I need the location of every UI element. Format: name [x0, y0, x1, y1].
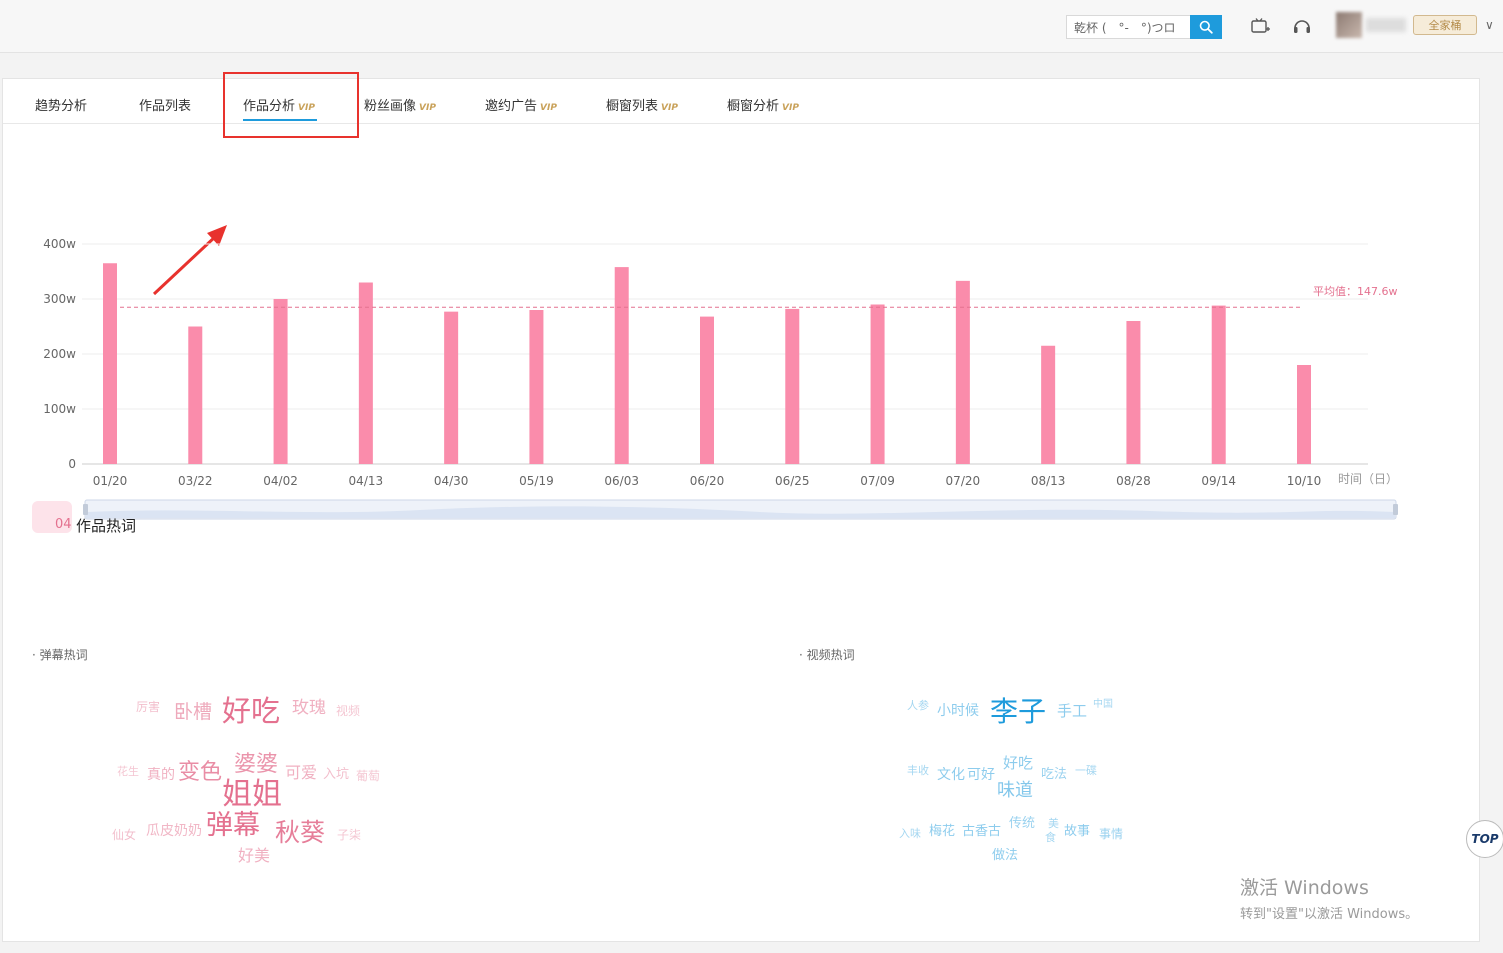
bar	[1126, 321, 1141, 464]
x-tick-label: 04/30	[434, 474, 469, 488]
y-tick-label: 300w	[43, 292, 76, 306]
hotword: 故事	[1064, 824, 1091, 839]
hotword: 好吃	[222, 694, 281, 728]
hotword: 梅花	[929, 824, 956, 839]
video-hotwords-title: · 视频热词	[799, 648, 855, 662]
bar	[870, 304, 885, 464]
x-tick-label: 01/20	[93, 474, 128, 488]
watermark-line1: 激活 Windows	[1240, 877, 1369, 899]
bar	[1041, 345, 1056, 464]
bar	[614, 267, 629, 464]
x-tick-label: 03/22	[178, 474, 213, 488]
hotword: 丰收	[907, 764, 929, 777]
hotword: 人参	[907, 699, 929, 712]
x-tick-label: 09/14	[1201, 474, 1236, 488]
hotword: 吃法	[1041, 767, 1068, 782]
hotword: 秋葵	[275, 818, 326, 847]
hotword: 传统	[1009, 816, 1036, 831]
y-tick-label: 400w	[43, 237, 76, 251]
x-tick-label: 04/13	[349, 474, 384, 488]
x-tick-label: 07/09	[860, 474, 895, 488]
windows-activation-watermark: 激活 Windows 转到"设置"以激活 Windows。	[1240, 873, 1418, 922]
hotword: 视频	[336, 704, 361, 718]
hotword: 花生	[117, 765, 139, 778]
y-tick-label: 200w	[43, 347, 76, 361]
hotword: 葡萄	[356, 769, 381, 783]
bar	[529, 310, 544, 464]
y-tick-label: 0	[68, 457, 76, 471]
bar	[444, 311, 459, 464]
section-title: 作品热词	[76, 517, 137, 535]
hotword: 瓜皮奶奶	[146, 823, 202, 839]
hotword: 真的	[147, 767, 175, 783]
hotword: 食	[1045, 831, 1056, 844]
hotword: 入味	[899, 827, 921, 840]
x-tick-label: 06/03	[604, 474, 639, 488]
x-tick-label: 06/25	[775, 474, 810, 488]
bar	[188, 326, 203, 464]
danmu-hotwords-title: · 弹幕热词	[32, 648, 88, 662]
hotword: 中国	[1093, 699, 1113, 710]
x-tick-label: 05/19	[519, 474, 554, 488]
hotword: 玫瑰	[292, 698, 326, 718]
hotword: 厉害	[136, 700, 161, 714]
x-tick-label: 06/20	[690, 474, 725, 488]
x-axis-label: 时间（日）	[1338, 472, 1398, 486]
bar	[785, 308, 800, 464]
bar	[955, 280, 970, 464]
hotword: 变色	[178, 760, 223, 785]
x-tick-label: 08/28	[1116, 474, 1151, 488]
hotword: 美	[1048, 817, 1059, 830]
hotword: 子柒	[337, 828, 362, 842]
bar	[103, 263, 117, 464]
works-play-chart: 0 100w 200w 300w 400w 01/20 03/22 04/02 04/13 04/…	[43, 237, 1398, 520]
hotword: 婆婆	[234, 752, 279, 777]
x-tick-label: 10/10	[1287, 474, 1322, 488]
hotword: 李子	[990, 695, 1047, 728]
average-label: 平均值：147.6w	[1313, 285, 1398, 298]
hotword: 姐姐	[222, 777, 282, 812]
zoom-handle-right	[1393, 504, 1398, 515]
hotword: 弹幕	[206, 810, 260, 841]
bar	[1211, 305, 1226, 464]
hotword: 古香古	[962, 824, 1002, 839]
hotword: 入坑	[323, 767, 350, 782]
hotword: 做法	[992, 848, 1019, 863]
bar	[1297, 365, 1311, 464]
hotword: 可好	[967, 767, 995, 783]
hotword: 卧槽	[174, 701, 213, 723]
hotword: 事情	[1099, 827, 1124, 841]
hotword: 味道	[997, 780, 1033, 801]
hotword: 好美	[238, 846, 271, 865]
hotword: 好吃	[1003, 754, 1034, 772]
hotword: 可爱	[285, 763, 318, 782]
hotword: 仙女	[112, 828, 137, 842]
y-tick-label: 100w	[43, 402, 76, 416]
bar	[700, 316, 714, 464]
section-number: 04	[55, 517, 72, 532]
hotword: 小时候	[937, 703, 979, 719]
hotword: 一碟	[1075, 764, 1097, 777]
bar	[358, 282, 373, 464]
hotword: 手工	[1057, 702, 1088, 720]
x-tick-label: 07/20	[946, 474, 981, 488]
x-tick-label: 04/02	[263, 474, 298, 488]
hotword: 文化	[937, 767, 965, 783]
watermark-line2: 转到"设置"以激活 Windows。	[1240, 907, 1419, 922]
x-tick-label: 08/13	[1031, 474, 1066, 488]
hotwords-section-header: 04 作品热词	[32, 497, 332, 537]
back-to-top-button[interactable]: TOP	[1466, 820, 1503, 858]
bar	[273, 299, 288, 464]
